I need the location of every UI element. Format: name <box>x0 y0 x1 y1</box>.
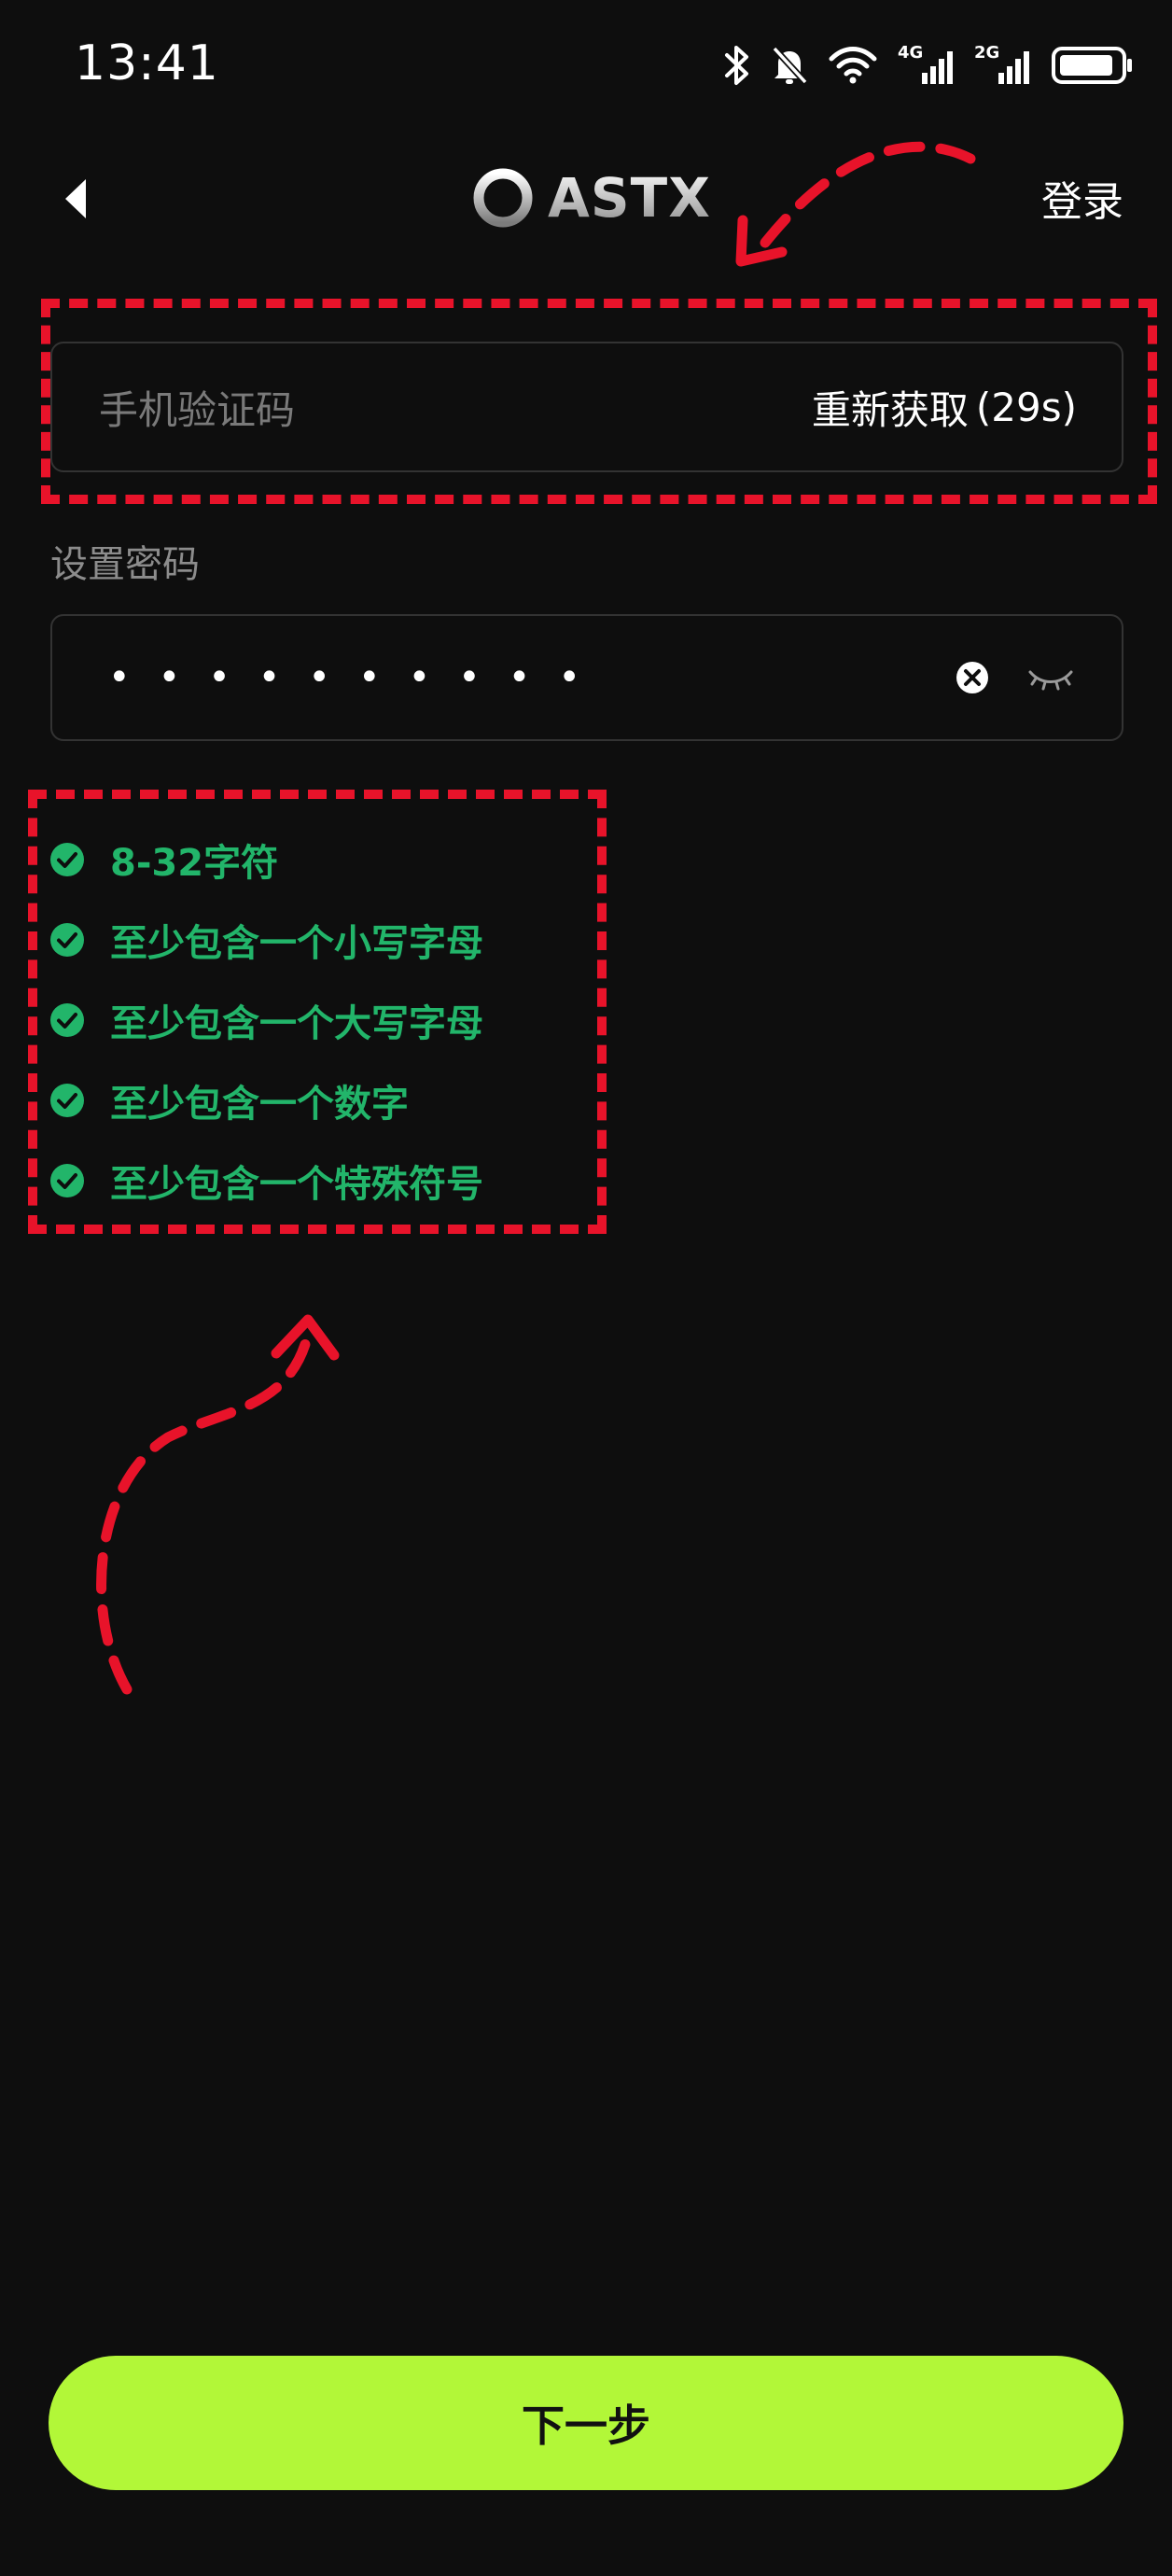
battery-icon <box>1052 47 1132 84</box>
sms-code-placeholder: 手机验证码 <box>99 386 296 433</box>
status-bar: 13:41 4G 2G <box>0 0 1172 140</box>
mute-bell-icon <box>772 46 808 85</box>
check-circle-icon <box>50 843 84 876</box>
check-circle-icon <box>50 1003 84 1037</box>
rule-lowercase: 至少包含一个小写字母 <box>49 900 483 980</box>
eye-closed-icon[interactable] <box>1026 659 1075 696</box>
chevron-left-icon <box>65 179 86 218</box>
rule-length: 8-32字符 <box>49 819 483 900</box>
resend-countdown: (29s) <box>975 384 1077 430</box>
check-circle-icon <box>50 1084 84 1117</box>
password-field[interactable]: •••••••••• <box>50 614 1123 741</box>
login-link[interactable]: 登录 <box>1041 168 1123 228</box>
clear-circle-icon[interactable] <box>950 655 995 700</box>
password-rules-list: 8-32字符 至少包含一个小写字母 至少包含一个大写字母 至少包含一个数字 至少… <box>49 819 483 1221</box>
logo-text: ASTX <box>548 166 711 230</box>
rule-text: 至少包含一个特殊符号 <box>110 1163 483 1206</box>
password-value: •••••••••• <box>108 656 608 699</box>
status-icons: 4G 2G <box>724 37 1135 93</box>
resend-label: 重新获取 <box>811 386 969 433</box>
logo-ring-icon <box>473 168 533 228</box>
rule-text: 至少包含一个大写字母 <box>110 1002 483 1045</box>
rule-text: 至少包含一个小写字母 <box>110 922 483 965</box>
check-circle-icon <box>50 923 84 957</box>
rule-uppercase: 至少包含一个大写字母 <box>49 980 483 1060</box>
app-logo: ASTX <box>471 161 711 235</box>
signal-4g-icon: 4G <box>898 45 954 86</box>
back-button[interactable] <box>52 166 97 231</box>
status-time: 13:41 <box>75 35 219 91</box>
rule-text: 至少包含一个数字 <box>110 1083 409 1126</box>
password-label: 设置密码 <box>50 543 200 586</box>
check-circle-icon <box>50 1164 84 1197</box>
rule-special: 至少包含一个特殊符号 <box>49 1141 483 1221</box>
annotation-arrow-bottom <box>96 1314 340 1695</box>
signal-2g-icon: 2G <box>974 45 1030 86</box>
sms-code-field[interactable]: 手机验证码 重新获取 (29s) <box>50 342 1123 472</box>
bluetooth-icon <box>725 46 748 85</box>
rule-text: 8-32字符 <box>110 842 279 885</box>
annotation-arrow-top <box>735 141 976 267</box>
next-step-button[interactable]: 下一步 <box>49 2356 1123 2490</box>
resend-code-button[interactable]: 重新获取 (29s) <box>812 343 1077 470</box>
rule-digit: 至少包含一个数字 <box>49 1060 483 1141</box>
wifi-icon <box>829 47 877 84</box>
